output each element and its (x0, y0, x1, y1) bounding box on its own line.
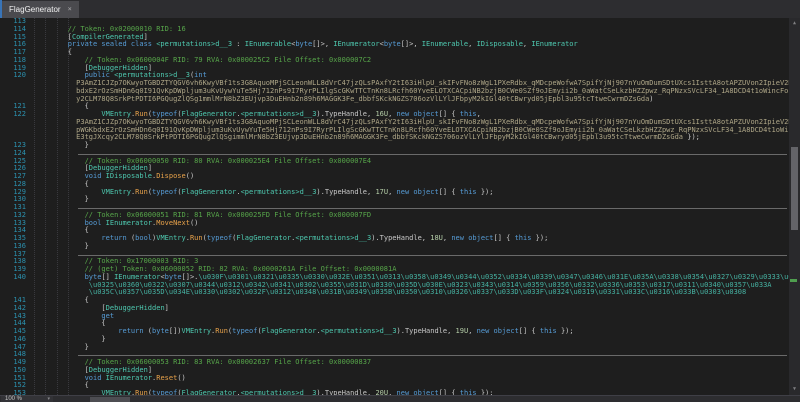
code-line[interactable]: 151 void IEnumerator.Reset() (0, 374, 789, 383)
code-line[interactable]: 142 [DebuggerHidden] (0, 304, 789, 313)
member-separator-line (78, 254, 787, 256)
tab-flaggenerator[interactable]: FlagGenerator × (2, 1, 79, 18)
code-text: } (34, 342, 89, 351)
code-line[interactable]: 147 } (0, 342, 789, 352)
code-line[interactable]: 130 } (0, 195, 789, 204)
code-lines: 113 114 // Token: 0x02000010 RID: 16 115 [… (0, 18, 789, 395)
code-line[interactable]: 127 void IDisposable.Dispose() (0, 172, 789, 181)
scrollbar-vertical[interactable]: ▲ ▼ (789, 18, 800, 395)
code-text: E3tgJXcqy2CLM78Q8SrkPtPDTI6PGQugZlQSgimm… (34, 133, 700, 142)
code-line[interactable]: \u035C\u0357\u035D\u034E\u0330\u0302\u03… (0, 288, 789, 297)
code-text: y2CLM78Q8SrkPtPDTI6PGQugZlQSg1mmlMrN8bZ3… (34, 94, 654, 103)
code-line[interactable]: 145 return (byte[])VMEntry.Run(typeof(Fl… (0, 327, 789, 336)
zoom-level-value: 100 % (5, 396, 23, 402)
annotation-marker (790, 279, 797, 282)
zoom-level-select[interactable]: 100 % ▾ (1, 396, 53, 402)
scroll-up-icon[interactable]: ▲ (789, 18, 800, 29)
member-separator-line (78, 355, 787, 357)
line-number[interactable]: 122 (0, 110, 26, 119)
scroll-down-icon[interactable]: ▼ (789, 384, 800, 395)
code-line[interactable]: y2CLM78Q8SrkPtPDTI6PGQugZlQSg1mmlMrN8bZ3… (0, 94, 789, 104)
code-line[interactable]: 143 get (0, 312, 789, 321)
code-line[interactable]: 136 } (0, 241, 789, 251)
tab-bar: FlagGenerator × (0, 0, 800, 18)
code-text: return (bool)VMEntry.Run(typeof(FlagGene… (34, 234, 549, 242)
code-text: \u035C\u0357\u035D\u034E\u0330\u0302\u03… (34, 288, 747, 297)
code-line[interactable]: 129 VMEntry.Run(typeof(FlagGenerator.<pe… (0, 187, 789, 197)
scrollbar-thumb[interactable] (791, 147, 798, 230)
code-line[interactable]: 123 } (0, 141, 789, 150)
code-text: } (34, 241, 89, 250)
line-number[interactable]: 140 (0, 273, 26, 282)
close-icon[interactable]: × (68, 6, 72, 13)
code-text: } (34, 195, 89, 204)
status-bar: 100 % ▾ (0, 395, 800, 402)
code-line[interactable]: 116 private sealed class <permutations>d… (0, 40, 789, 49)
member-separator-line (78, 208, 787, 209)
horizontal-scrollbar-thumb[interactable] (90, 397, 130, 402)
code-line[interactable]: 146 } (0, 335, 789, 344)
code-line[interactable]: E3tgJXcqy2CLM78Q8SrkPtPDTI6PGQugZlQSgimm… (0, 133, 789, 142)
code-editor[interactable]: 113 114 // Token: 0x02000010 RID: 16 115 [… (0, 18, 789, 395)
member-separator-line (78, 153, 787, 155)
code-text: return (byte[])VMEntry.Run(typeof(FlagGe… (34, 327, 574, 335)
code-text: VMEntry.Run(typeof(FlagGenerator.<permut… (34, 187, 494, 196)
code-text: } (34, 141, 89, 149)
code-line[interactable]: 135 return (bool)VMEntry.Run(typeof(Flag… (0, 234, 789, 243)
code-line[interactable]: 133 bool IEnumerator.MoveNext() (0, 219, 789, 228)
chevron-down-icon: ▾ (47, 396, 50, 402)
code-text: private sealed class <permutations>d__3 … (34, 40, 578, 49)
line-number[interactable]: 120 (0, 71, 26, 80)
tab-title: FlagGenerator (9, 5, 61, 14)
